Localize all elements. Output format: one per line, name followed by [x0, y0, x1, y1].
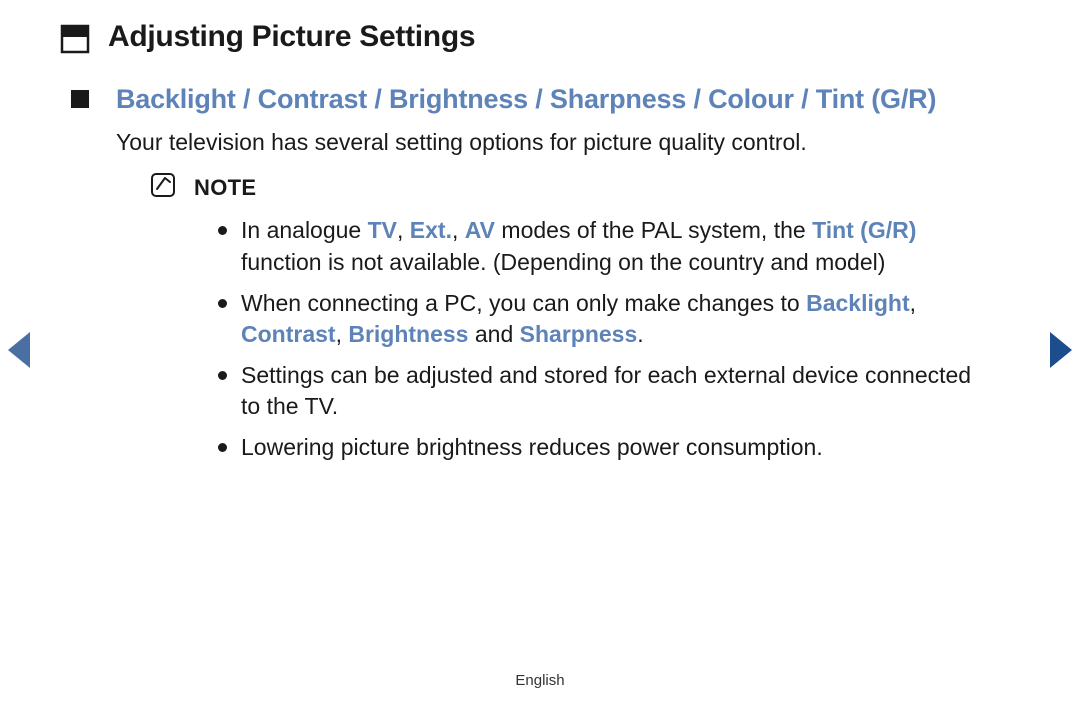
section-row: Backlight / Contrast / Brightness / Shar…: [60, 81, 1020, 117]
separator: /: [686, 84, 708, 114]
intro-text: Your television has several setting opti…: [60, 127, 1020, 158]
square-bullet-icon: [70, 89, 90, 114]
note-row: NOTE: [60, 172, 1020, 203]
highlight: Sharpness: [520, 321, 638, 347]
separator: /: [528, 84, 550, 114]
page-title: Adjusting Picture Settings: [108, 20, 475, 54]
highlight: Ext.: [410, 217, 452, 243]
footer-language: English: [0, 672, 1080, 689]
highlight: Contrast: [241, 321, 336, 347]
prev-page-button[interactable]: [6, 330, 34, 375]
highlight: Brightness: [348, 321, 468, 347]
highlight: Backlight: [806, 290, 910, 316]
separator: /: [236, 84, 258, 114]
list-item-text: Lowering picture brightness reduces powe…: [241, 432, 823, 463]
bullet-dot-icon: [218, 371, 227, 380]
separator: /: [794, 84, 816, 114]
heading-item: Tint (G/R): [816, 84, 936, 114]
note-label: NOTE: [194, 175, 256, 201]
list-item-text: When connecting a PC, you can only make …: [241, 288, 990, 350]
highlight: AV: [465, 217, 495, 243]
note-icon: [150, 172, 176, 203]
note-bullets: In analogue TV, Ext., AV modes of the PA…: [60, 215, 1020, 462]
separator: /: [367, 84, 389, 114]
list-item: Lowering picture brightness reduces powe…: [218, 432, 990, 463]
highlight: TV: [368, 217, 397, 243]
heading-item: Contrast: [258, 84, 367, 114]
heading-item: Backlight: [116, 84, 236, 114]
title-row: Adjusting Picture Settings: [60, 20, 1020, 59]
heading-item: Sharpness: [550, 84, 686, 114]
bullet-dot-icon: [218, 226, 227, 235]
bullet-dot-icon: [218, 299, 227, 308]
section-heading: Backlight / Contrast / Brightness / Shar…: [116, 81, 936, 117]
page-content: Adjusting Picture Settings Backlight / C…: [0, 0, 1080, 463]
list-item: In analogue TV, Ext., AV modes of the PA…: [218, 215, 990, 277]
list-item: Settings can be adjusted and stored for …: [218, 360, 990, 422]
heading-item: Brightness: [389, 84, 528, 114]
heading-item: Colour: [708, 84, 794, 114]
next-page-button[interactable]: [1046, 330, 1074, 375]
document-icon: [60, 24, 90, 59]
list-item-text: Settings can be adjusted and stored for …: [241, 360, 990, 422]
highlight: Tint (G/R): [812, 217, 916, 243]
list-item: When connecting a PC, you can only make …: [218, 288, 990, 350]
bullet-dot-icon: [218, 443, 227, 452]
list-item-text: In analogue TV, Ext., AV modes of the PA…: [241, 215, 990, 277]
